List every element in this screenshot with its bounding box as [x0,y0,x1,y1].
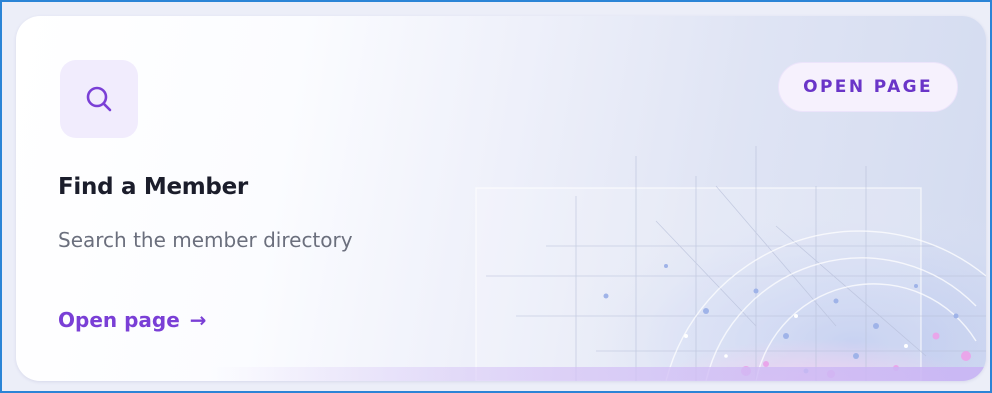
search-icon [86,86,112,112]
card-subtitle: Search the member directory [58,228,353,252]
screenshot-frame: OPEN PAGE Find a Member Search the membe… [0,0,992,393]
card-title: Find a Member [58,174,248,200]
network-background-art [456,126,986,381]
arrow-right-icon: → [189,308,207,332]
open-page-link[interactable]: Open page → [58,308,207,332]
search-icon-tile [60,60,138,138]
find-member-card[interactable]: OPEN PAGE Find a Member Search the membe… [16,16,986,381]
open-page-badge[interactable]: OPEN PAGE [778,62,958,112]
card-bottom-accent [16,367,986,381]
open-page-link-label: Open page [58,308,180,332]
